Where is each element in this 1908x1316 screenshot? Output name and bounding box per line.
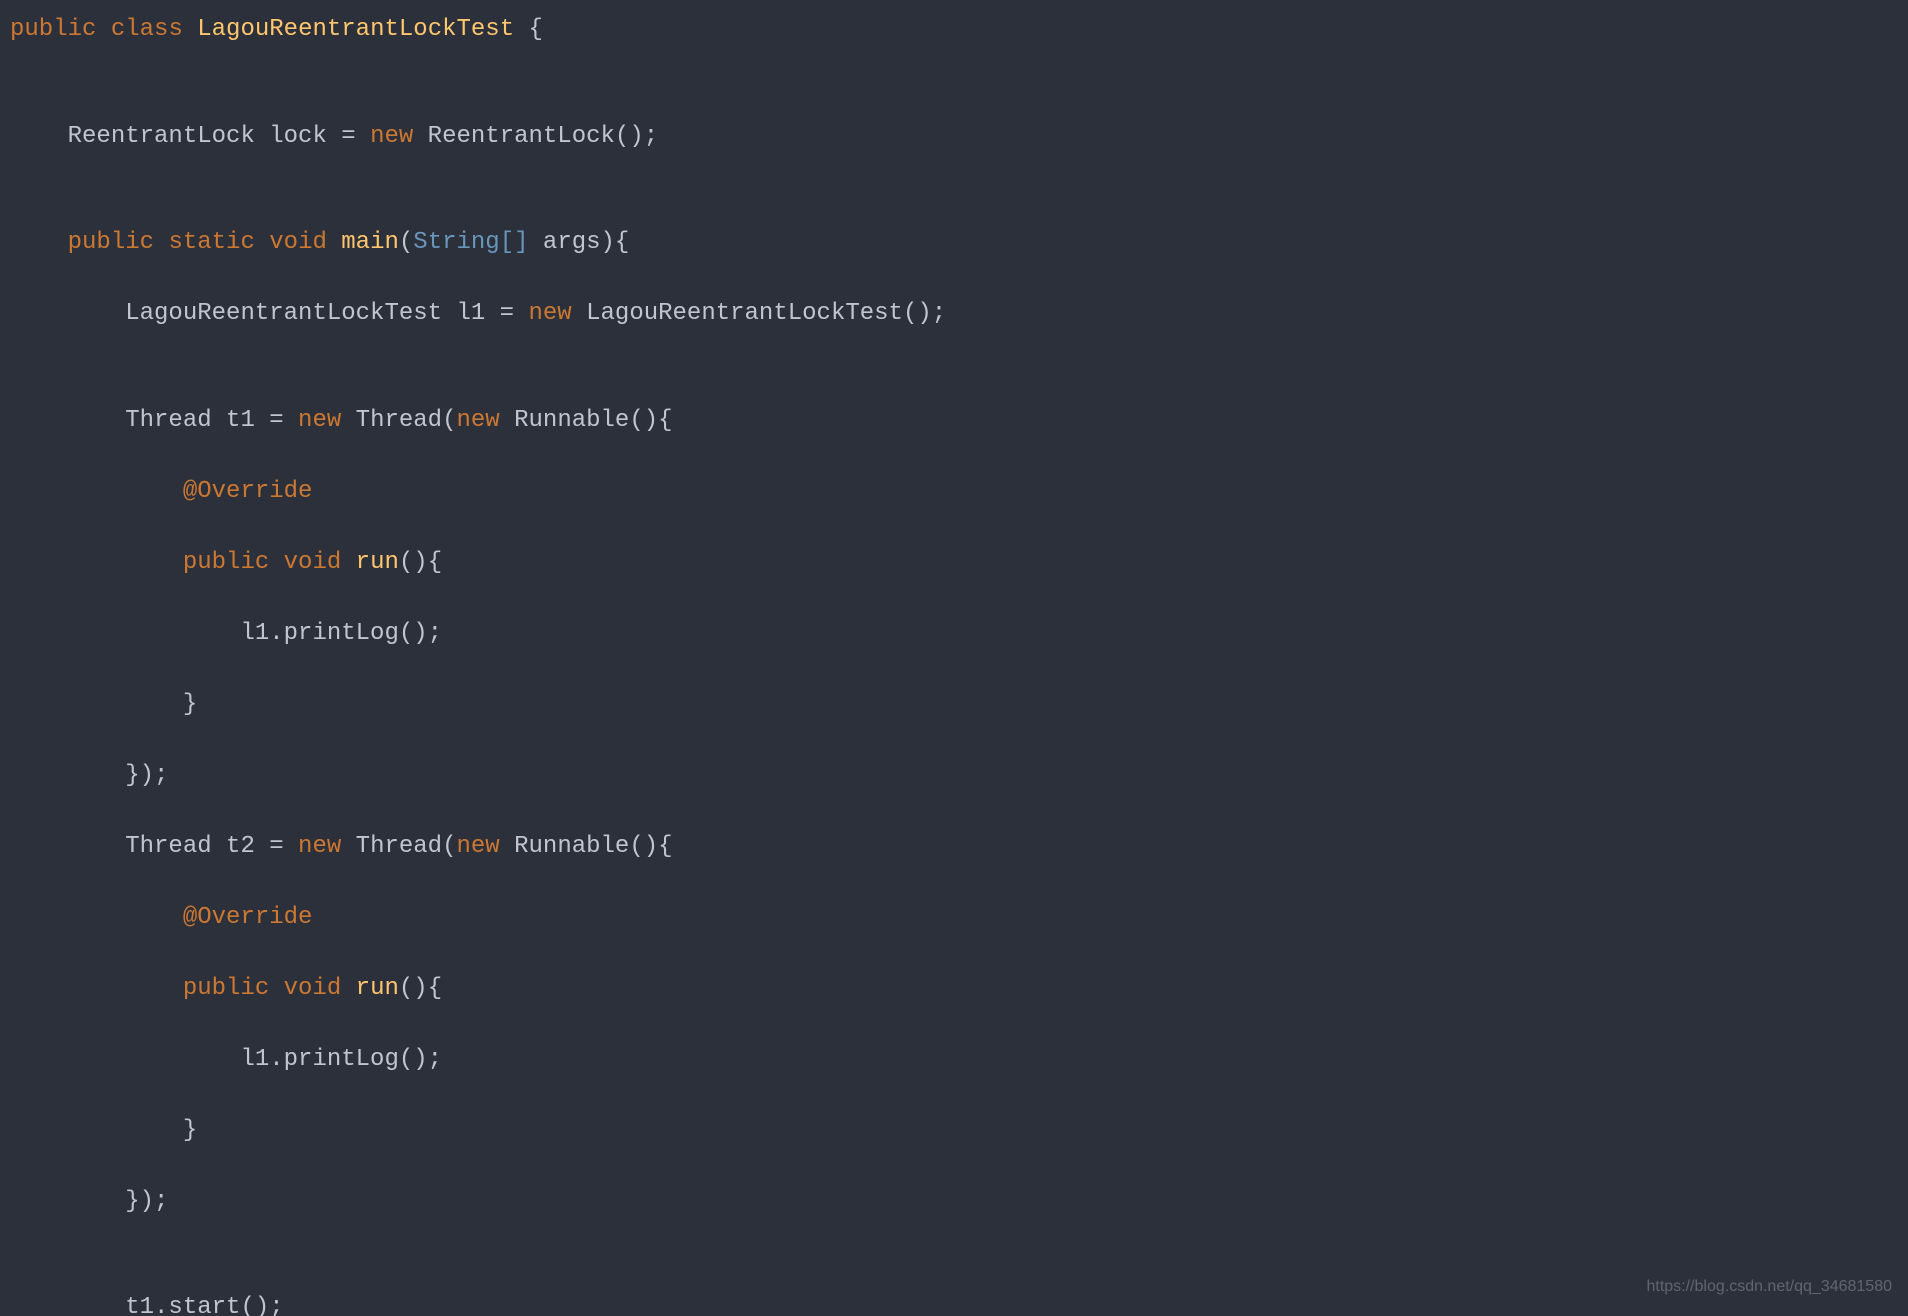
code-line: });	[10, 1184, 1898, 1220]
code-line: public void run(){	[10, 545, 1898, 581]
code-line: LagouReentrantLockTest l1 = new LagouRee…	[10, 296, 1898, 332]
code-line: l1.printLog();	[10, 616, 1898, 652]
code-line: Thread t1 = new Thread(new Runnable(){	[10, 403, 1898, 439]
code-line: @Override	[10, 474, 1898, 510]
code-line: }	[10, 687, 1898, 723]
code-line: @Override	[10, 900, 1898, 936]
code-line: public class LagouReentrantLockTest {	[10, 12, 1898, 48]
code-line: }	[10, 1113, 1898, 1149]
code-line: });	[10, 758, 1898, 794]
code-line: ReentrantLock lock = new ReentrantLock()…	[10, 119, 1898, 155]
code-line: public static void main(String[] args){	[10, 225, 1898, 261]
code-block: public class LagouReentrantLockTest { Re…	[10, 12, 1898, 1316]
code-line: Thread t2 = new Thread(new Runnable(){	[10, 829, 1898, 865]
code-line: t1.start();	[10, 1290, 1898, 1316]
watermark-text: https://blog.csdn.net/qq_34681580	[1646, 1269, 1892, 1305]
code-line: l1.printLog();	[10, 1042, 1898, 1078]
code-line: public void run(){	[10, 971, 1898, 1007]
